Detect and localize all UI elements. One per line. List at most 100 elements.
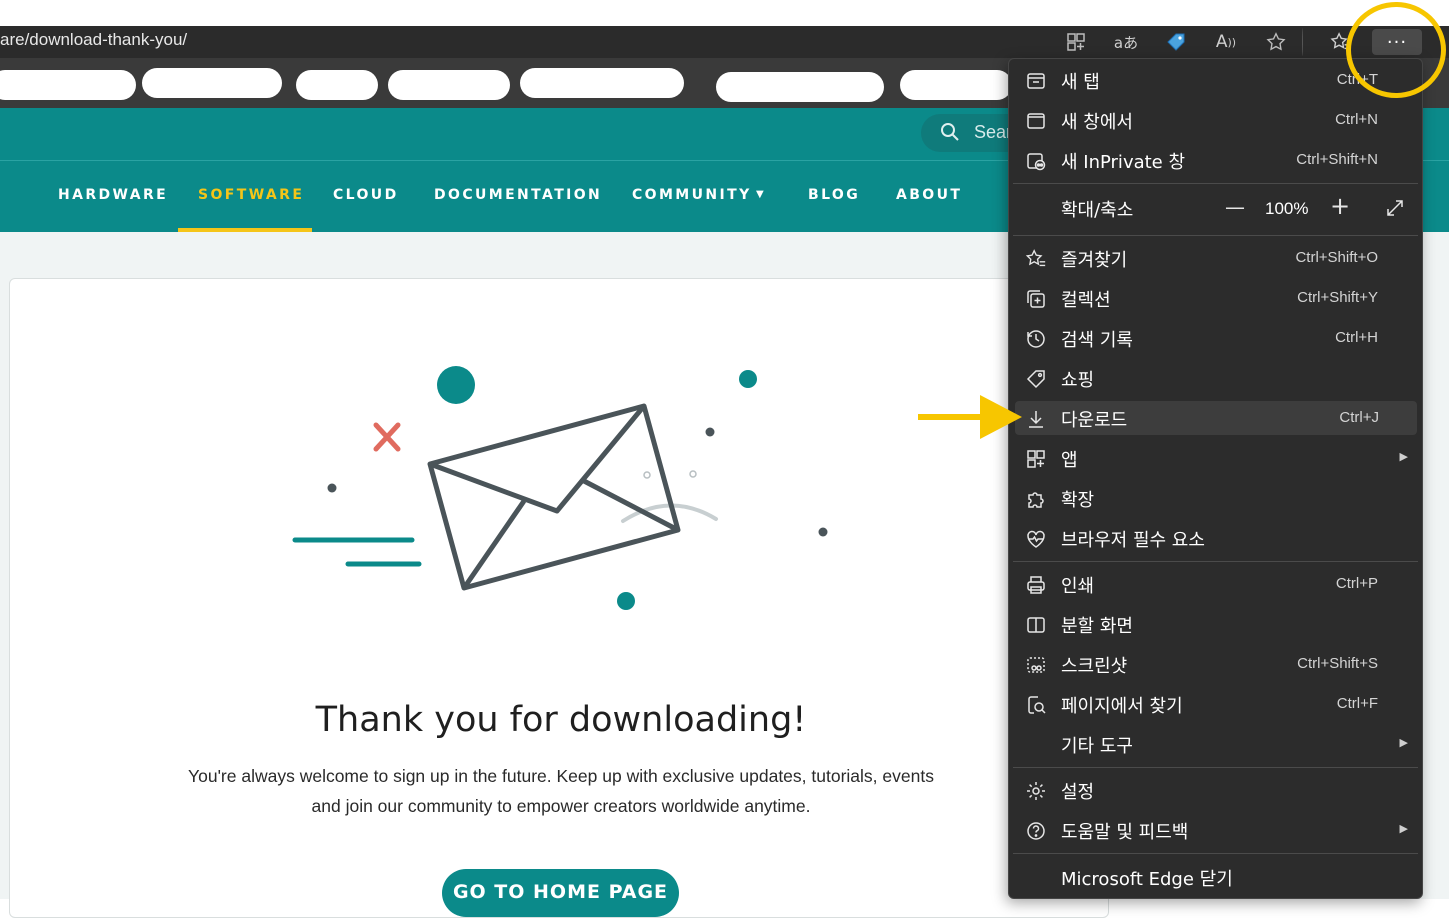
url-text[interactable]: are/download-thank-you/ xyxy=(0,30,187,50)
menu-shortcut: Ctrl+Shift+S xyxy=(1297,655,1378,672)
nav-blog[interactable]: BLOG xyxy=(808,187,860,203)
menu-label: 새 탭 xyxy=(1061,72,1100,93)
decor-dot xyxy=(705,427,715,437)
menu-separator xyxy=(1013,767,1418,768)
menu-label: 새 창에서 xyxy=(1061,112,1133,133)
nav-cloud[interactable]: CLOUD xyxy=(333,187,399,203)
menu-separator xyxy=(1013,853,1418,854)
nav-documentation[interactable]: DOCUMENTATION xyxy=(434,187,602,203)
zoom-in-button[interactable]: + xyxy=(1330,192,1350,220)
menu-label: 브라우저 필수 요소 xyxy=(1061,530,1205,551)
nav-community[interactable]: COMMUNITY xyxy=(632,187,752,203)
menu-label: 쇼핑 xyxy=(1061,370,1095,391)
download-icon xyxy=(1025,408,1047,430)
shopping-tag-icon[interactable] xyxy=(1160,26,1192,58)
menu-label: 페이지에서 찾기 xyxy=(1061,696,1183,717)
chevron-right-icon: ▶ xyxy=(1399,822,1408,835)
menu-item-downloads[interactable]: 다운로드 Ctrl+J xyxy=(1015,401,1417,435)
menu-shortcut: Ctrl+J xyxy=(1339,409,1379,426)
nav-about[interactable]: ABOUT xyxy=(896,187,962,203)
menu-item-more-tools[interactable]: 기타 도구 ▶ xyxy=(1009,725,1422,763)
nav-hardware[interactable]: HARDWARE xyxy=(58,187,168,203)
menu-item-shopping[interactable]: 쇼핑 xyxy=(1009,359,1422,397)
zoom-level: 100% xyxy=(1265,199,1309,218)
nav-software[interactable]: SOFTWARE xyxy=(198,187,304,203)
search-placeholder: Sear xyxy=(974,122,1013,142)
redacted-bookmark[interactable] xyxy=(716,72,884,102)
translate-icon[interactable]: aあ xyxy=(1110,26,1142,58)
menu-shortcut: Ctrl+F xyxy=(1336,695,1378,712)
menu-separator xyxy=(1013,183,1418,184)
redacted-bookmark[interactable] xyxy=(296,70,378,100)
apps-icon xyxy=(1025,448,1047,470)
redacted-bookmark[interactable] xyxy=(0,70,136,100)
arrow-annotation-icon xyxy=(918,395,1022,439)
menu-label: 즐겨찾기 xyxy=(1061,250,1128,271)
inprivate-icon xyxy=(1025,150,1047,172)
decor-dot xyxy=(437,366,475,404)
menu-label: 기타 도구 xyxy=(1061,736,1133,757)
menu-shortcut: Ctrl+H xyxy=(1335,329,1378,346)
chevron-down-icon[interactable]: ▼ xyxy=(756,189,764,200)
gear-icon xyxy=(1025,780,1047,802)
menu-separator xyxy=(1013,561,1418,562)
redacted-bookmark[interactable] xyxy=(142,68,282,98)
menu-shortcut: Ctrl+P xyxy=(1335,575,1378,592)
menu-label: 다운로드 xyxy=(1061,410,1128,431)
history-icon xyxy=(1025,328,1047,350)
close-x-icon xyxy=(373,422,401,452)
menu-label: 설정 xyxy=(1061,782,1095,803)
menu-label: 컬렉션 xyxy=(1061,290,1111,311)
menu-item-find-on-page[interactable]: 페이지에서 찾기 Ctrl+F xyxy=(1009,685,1422,723)
menu-label: 앱 xyxy=(1061,450,1078,471)
menu-item-browser-essentials[interactable]: 브라우저 필수 요소 xyxy=(1009,519,1422,557)
menu-label: 인쇄 xyxy=(1061,576,1095,597)
menu-label: 확대/축소 xyxy=(1061,200,1134,221)
menu-item-screenshot[interactable]: 스크린샷 Ctrl+Shift+S xyxy=(1009,645,1422,683)
decor-dot xyxy=(327,483,337,493)
menu-separator xyxy=(1013,235,1418,236)
redacted-bookmark[interactable] xyxy=(900,70,1012,100)
envelope-icon xyxy=(427,403,681,591)
toolbar-divider xyxy=(1302,28,1303,56)
decor-dot xyxy=(617,592,635,610)
favorite-star-icon[interactable] xyxy=(1260,26,1292,58)
zoom-out-button[interactable]: — xyxy=(1225,195,1245,219)
split-screen-icon xyxy=(1025,614,1047,636)
redacted-bookmark[interactable] xyxy=(388,70,510,100)
chevron-right-icon: ▶ xyxy=(1399,736,1408,749)
top-window-strip xyxy=(0,0,1449,26)
app-grid-icon[interactable] xyxy=(1060,26,1092,58)
menu-item-extensions[interactable]: 확장 xyxy=(1009,479,1422,517)
menu-item-new-window[interactable]: 새 창에서 Ctrl+N xyxy=(1009,101,1422,139)
decor-ring xyxy=(643,471,651,479)
redacted-bookmark[interactable] xyxy=(520,68,684,98)
menu-item-favorites[interactable]: 즐겨찾기 Ctrl+Shift+O xyxy=(1009,239,1422,277)
extensions-puzzle-icon xyxy=(1025,488,1047,510)
menu-label: 도움말 및 피드백 xyxy=(1061,822,1189,843)
read-aloud-icon[interactable]: A)) xyxy=(1210,26,1242,58)
menu-label: Microsoft Edge 닫기 xyxy=(1061,869,1233,890)
menu-item-new-inprivate[interactable]: 새 InPrivate 창 Ctrl+Shift+N xyxy=(1009,141,1422,179)
menu-label: 확장 xyxy=(1061,490,1095,511)
envelope-illustration xyxy=(292,366,828,610)
fullscreen-icon[interactable] xyxy=(1385,198,1405,222)
decor-dot xyxy=(818,527,828,537)
menu-item-apps[interactable]: 앱 ▶ xyxy=(1009,439,1422,477)
menu-label: 새 InPrivate 창 xyxy=(1061,152,1186,173)
help-icon xyxy=(1025,820,1047,842)
menu-item-close-edge[interactable]: Microsoft Edge 닫기 xyxy=(1009,858,1422,896)
menu-item-history[interactable]: 검색 기록 Ctrl+H xyxy=(1009,319,1422,357)
menu-item-zoom: 확대/축소 — 100% + xyxy=(1009,189,1422,227)
menu-label: 분할 화면 xyxy=(1061,616,1133,637)
find-page-icon xyxy=(1025,694,1047,716)
menu-item-print[interactable]: 인쇄 Ctrl+P xyxy=(1009,565,1422,603)
menu-item-help-feedback[interactable]: 도움말 및 피드백 ▶ xyxy=(1009,811,1422,849)
menu-item-settings[interactable]: 설정 xyxy=(1009,771,1422,809)
menu-item-collections[interactable]: 컬렉션 Ctrl+Shift+Y xyxy=(1009,279,1422,317)
menu-item-split-screen[interactable]: 분할 화면 xyxy=(1009,605,1422,643)
menu-label: 스크린샷 xyxy=(1061,656,1128,677)
go-home-button[interactable]: GO TO HOME PAGE xyxy=(442,869,679,917)
decor-ring xyxy=(689,470,697,478)
favorites-icon xyxy=(1025,248,1047,270)
